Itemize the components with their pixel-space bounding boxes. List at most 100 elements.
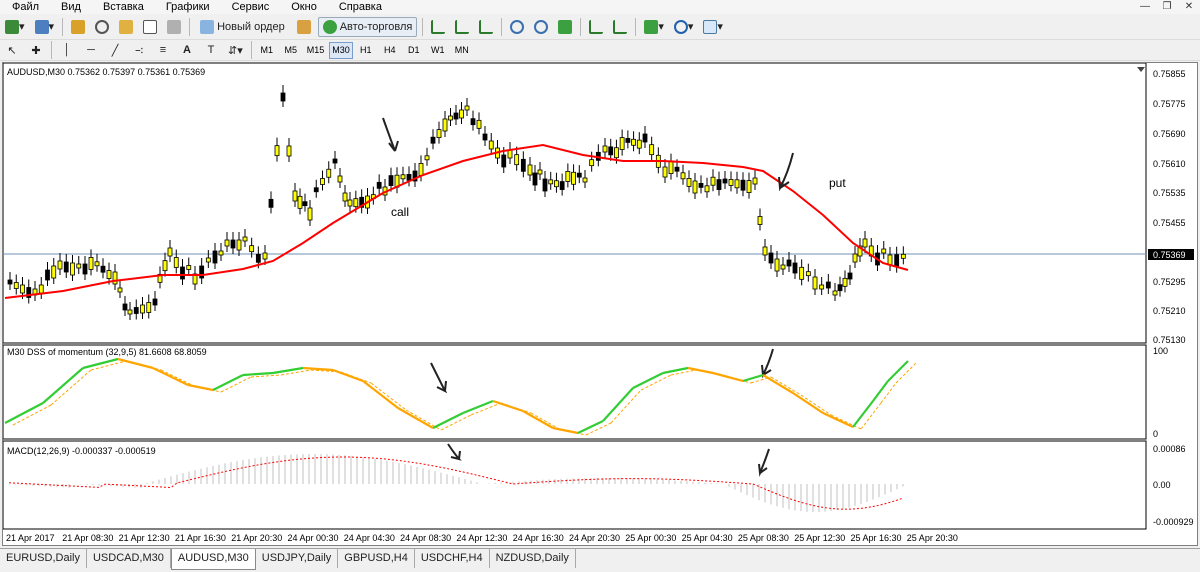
navigator-button[interactable] (116, 17, 136, 37)
indicators-button[interactable]: ▾ (641, 17, 667, 37)
candle-body (167, 247, 173, 257)
candle-body (88, 256, 94, 270)
horizontal-line-button[interactable]: ─ (81, 40, 101, 60)
candle-body (82, 263, 88, 275)
new-order-button[interactable]: Новый ордер (195, 17, 290, 37)
dss-signal-segment (800, 394, 832, 416)
candle-body (710, 176, 716, 186)
candle-body (424, 155, 430, 161)
menu-window[interactable]: Окно (279, 0, 327, 14)
metaeditor-button[interactable] (294, 17, 314, 37)
menu-help[interactable]: Справка (327, 0, 392, 14)
price-label: 0.75535 (1153, 188, 1186, 198)
tab-eurusd[interactable]: EURUSD,Daily (0, 549, 87, 568)
candle-body (388, 175, 394, 186)
timeframe-m30[interactable]: M30 (329, 41, 353, 59)
line-chart-button[interactable] (476, 17, 496, 37)
timeframe-m15[interactable]: M15 (304, 42, 328, 59)
new-chart-button[interactable]: ▾ (2, 17, 28, 37)
tab-usdjpy[interactable]: USDJPY,Daily (256, 549, 339, 568)
autotrading-button[interactable]: Авто-торговля (317, 16, 418, 37)
tester-button[interactable] (164, 17, 184, 37)
time-label: 24 Apr 12:30 (456, 533, 507, 543)
trendline-button[interactable]: ╱ (105, 40, 125, 60)
cursor-button[interactable]: ↖ (2, 40, 22, 60)
auto-scroll-button[interactable] (586, 17, 606, 37)
candle-body (70, 262, 75, 276)
terminal-button[interactable] (140, 17, 160, 37)
text-button[interactable]: A (177, 40, 197, 60)
candlestick-button[interactable] (452, 17, 472, 37)
candle-body (51, 265, 57, 279)
time-label: 25 Apr 00:30 (625, 533, 676, 543)
candle-body (292, 190, 298, 202)
vertical-line-button[interactable]: │ (57, 40, 77, 60)
arrows-button[interactable]: ⇵▾ (225, 40, 246, 60)
timeframe-h1[interactable]: H1 (355, 42, 377, 59)
menu-charts[interactable]: Графики (154, 0, 220, 14)
periods-button[interactable]: ▾ (671, 17, 697, 37)
dss-signal-segment (250, 374, 282, 378)
candle-body (152, 298, 158, 306)
tile-windows-button[interactable] (555, 17, 575, 37)
candle-body (527, 164, 533, 176)
minimize-icon[interactable]: — (1134, 0, 1156, 14)
text-label-button[interactable]: T (201, 40, 221, 60)
timeframe-mn[interactable]: MN (451, 42, 473, 59)
price-panel-frame (2, 62, 1147, 344)
dss-signal-segment (770, 376, 802, 396)
candle-body (236, 239, 242, 251)
menu-view[interactable]: Вид (49, 0, 91, 14)
candle-body (38, 284, 44, 294)
candle-body (716, 179, 722, 190)
zoom-out-button[interactable] (531, 17, 551, 37)
close-icon[interactable]: ✕ (1178, 0, 1200, 14)
candle-body (347, 199, 353, 207)
timeframe-w1[interactable]: W1 (427, 42, 449, 59)
templates-button[interactable]: ▾ (700, 17, 726, 37)
scroll-marker-icon[interactable] (1137, 67, 1145, 72)
tab-audusd[interactable]: AUDUSD,M30 (170, 549, 256, 570)
tab-usdchf[interactable]: USDCHF,H4 (415, 549, 490, 568)
candle-body (186, 265, 192, 270)
fibonacci-button[interactable]: ≡ (153, 40, 173, 60)
menu-file[interactable]: Файл (0, 0, 49, 14)
chart-canvas[interactable]: AUDUSD,M30 0.75362 0.75397 0.75361 0.753… (2, 62, 1197, 545)
candle-body (106, 270, 112, 280)
crosshair-button[interactable]: ✚ (26, 40, 46, 60)
timeframe-m1[interactable]: M1 (256, 42, 278, 59)
candle-body (649, 144, 655, 156)
time-label: 24 Apr 00:30 (288, 533, 339, 543)
timeframe-m5[interactable]: M5 (280, 42, 302, 59)
candle-body (625, 138, 631, 143)
auto-scroll-icon (589, 19, 604, 34)
dss-main-segment (822, 412, 854, 428)
candle-body (297, 195, 303, 209)
restore-icon[interactable]: ❐ (1156, 0, 1178, 14)
dss-main-segment (887, 360, 909, 382)
chart-shift-button[interactable] (610, 17, 630, 37)
menu-bar: Файл Вид Вставка Графики Сервис Окно Спр… (0, 0, 1200, 14)
bar-chart-button[interactable] (428, 17, 448, 37)
tab-usdcad[interactable]: USDCAD,M30 (87, 549, 171, 568)
candle-body (576, 172, 582, 178)
candle-body (453, 112, 459, 120)
chart-window[interactable]: AUDUSD,M30 0.75362 0.75397 0.75361 0.753… (2, 62, 1198, 546)
candle-body (631, 138, 636, 146)
timeframe-d1[interactable]: D1 (403, 42, 425, 59)
candle-body (642, 133, 648, 143)
zoom-in-button[interactable] (507, 17, 527, 37)
tab-nzdusd[interactable]: NZDUSD,Daily (490, 549, 576, 568)
timeframe-h4[interactable]: H4 (379, 42, 401, 59)
equidistant-channel-button[interactable]: ∹ (129, 40, 149, 60)
menu-insert[interactable]: Вставка (91, 0, 154, 14)
dss-lines (4, 357, 917, 436)
candle-body (608, 146, 614, 156)
separator (422, 17, 424, 36)
market-watch-button[interactable] (68, 17, 88, 37)
data-window-button[interactable] (92, 17, 112, 37)
profiles-button[interactable]: ▾ (32, 17, 58, 37)
candle-body (780, 264, 786, 270)
tab-gbpusd[interactable]: GBPUSD,H4 (338, 549, 415, 568)
menu-tools[interactable]: Сервис (220, 0, 280, 14)
